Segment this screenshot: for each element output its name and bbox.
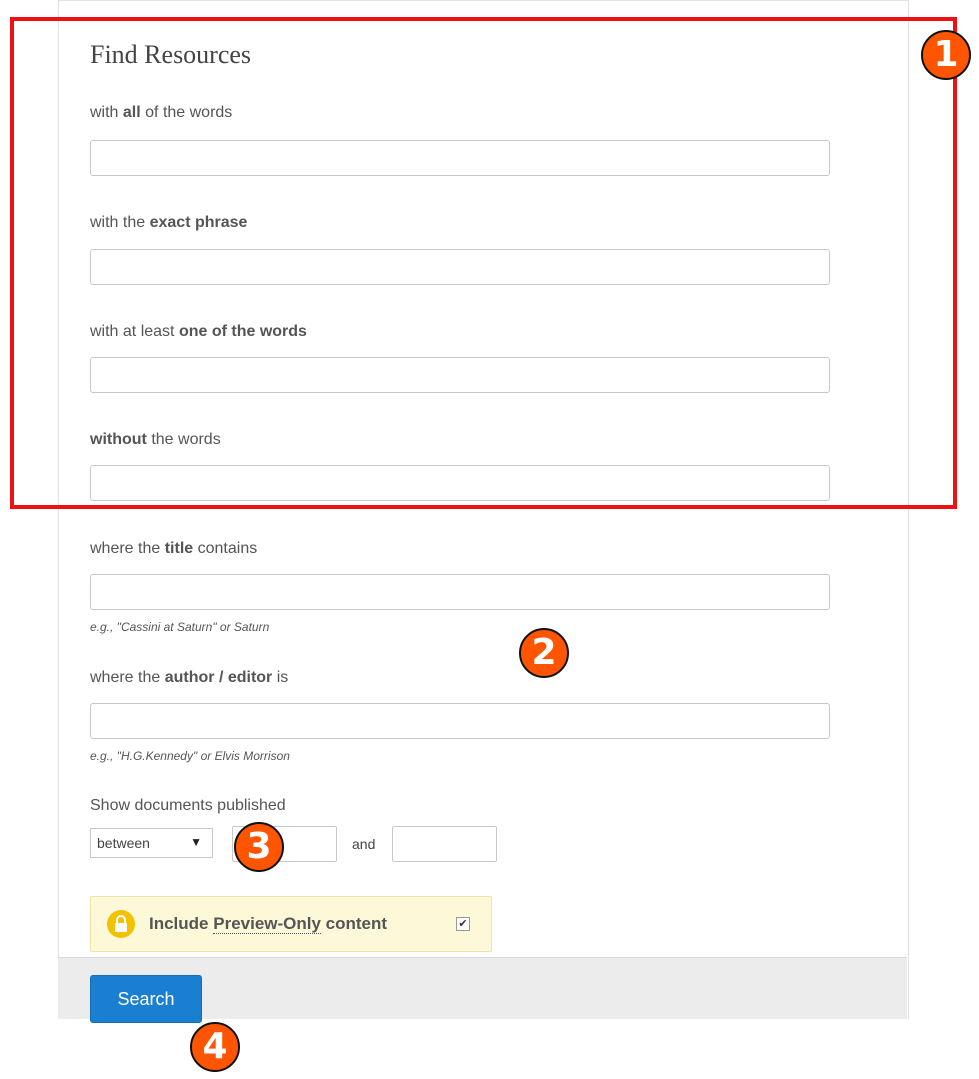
date-range-select[interactable]: between ▼ (90, 828, 213, 858)
title-contains-label: where the title contains (90, 540, 257, 558)
author-editor-label: where the author / editor is (90, 669, 288, 687)
preview-only-option: Include Preview-Only content ✔ (90, 896, 492, 952)
highlight-box (10, 17, 957, 509)
date-filter-label: Show documents published (90, 797, 286, 814)
label-text: content (320, 914, 388, 933)
step-marker-4: 4 (190, 1022, 240, 1072)
preview-only-checkbox[interactable]: ✔ (456, 917, 470, 931)
end-year-input[interactable] (392, 826, 497, 862)
search-button[interactable]: Search (90, 975, 202, 1023)
chevron-down-icon: ▼ (190, 835, 202, 849)
step-marker-1: 1 (921, 30, 971, 80)
lock-icon (107, 910, 135, 938)
and-label: and (352, 836, 376, 852)
label-text: contains (193, 540, 258, 557)
preview-only-link[interactable]: Preview-Only (213, 914, 321, 934)
title-contains-input[interactable] (90, 574, 830, 610)
label-text: where the (90, 669, 165, 686)
label-text: is (272, 669, 289, 686)
label-bold-text: author / editor (164, 669, 273, 686)
step-marker-3: 3 (234, 822, 284, 872)
author-editor-input[interactable] (90, 703, 830, 739)
preview-only-label: Include Preview-Only content (149, 914, 387, 934)
label-text: Include (149, 914, 214, 933)
step-marker-2: 2 (519, 628, 569, 678)
label-text: where the (90, 540, 165, 557)
date-range-selected: between (97, 835, 150, 851)
title-hint: e.g., "Cassini at Saturn" or Saturn (90, 620, 270, 634)
author-hint: e.g., "H.G.Kennedy" or Elvis Morrison (90, 749, 290, 763)
label-bold-text: title (164, 540, 194, 557)
